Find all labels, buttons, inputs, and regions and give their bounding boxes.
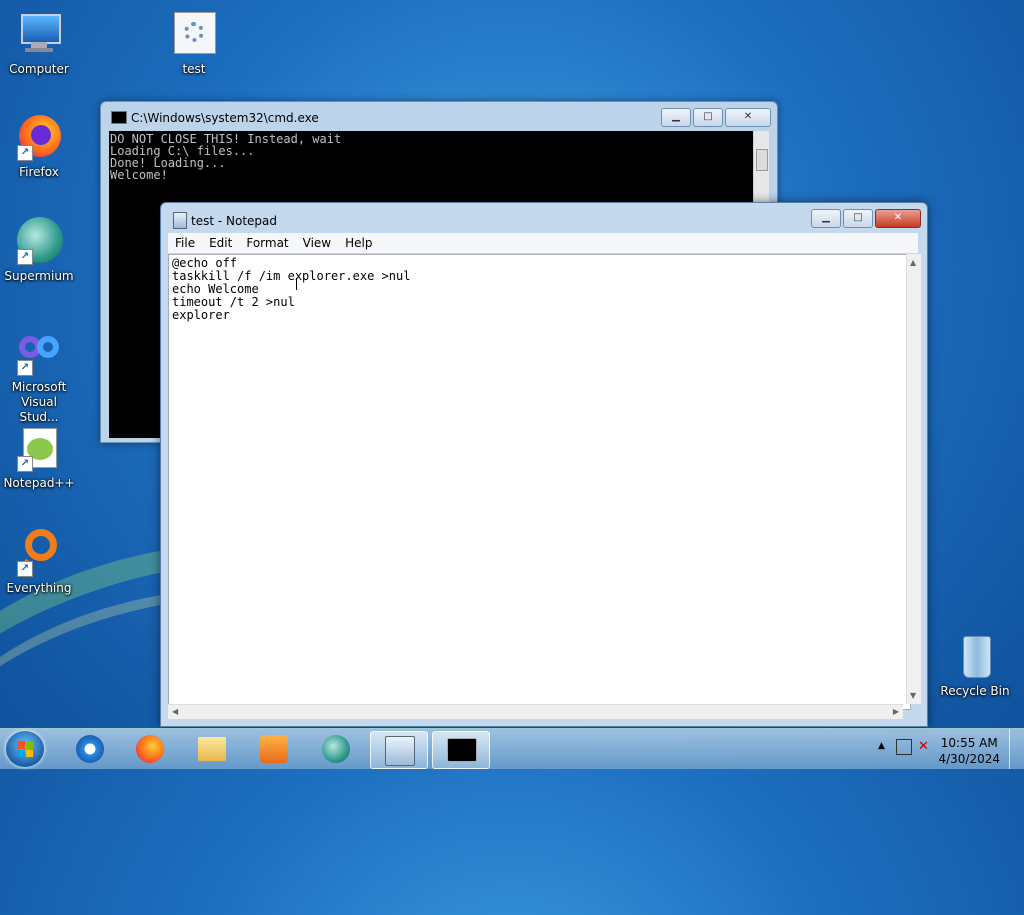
maximize-button[interactable]: □ xyxy=(693,108,723,127)
cmd-titlebar[interactable]: C:\Windows\system32\cmd.exe ▁ □ ✕ xyxy=(101,102,777,130)
desktop-icon-everything[interactable]: ↗ Everything xyxy=(0,529,78,596)
desktop-icon-label: Firefox xyxy=(19,165,59,179)
window-title: test - Notepad xyxy=(191,214,277,228)
scroll-down-arrow-icon[interactable]: ▼ xyxy=(910,691,916,700)
desktop-icon-visual-studio[interactable]: ↗ Microsoft Visual Stud... xyxy=(0,328,78,425)
scroll-up-arrow-icon[interactable]: ▲ xyxy=(910,258,916,267)
scrollbar-thumb[interactable] xyxy=(756,149,768,171)
firefox-icon: ↗ xyxy=(15,113,63,161)
notepad-titlebar[interactable]: test - Notepad ▁ □ ✕ xyxy=(161,203,927,233)
text-cursor xyxy=(296,278,299,290)
desktop-icon-label: Recycle Bin xyxy=(940,684,1010,698)
close-button[interactable]: ✕ xyxy=(875,209,921,228)
media-player-icon xyxy=(260,735,288,763)
notepad-icon xyxy=(385,736,415,766)
start-button[interactable] xyxy=(6,731,44,767)
taskbar-cmd[interactable] xyxy=(432,731,490,769)
clock-date: 4/30/2024 xyxy=(938,752,1000,766)
menu-bar: File Edit Format View Help xyxy=(168,233,918,253)
desktop-icon-label: Computer xyxy=(9,62,69,76)
desktop-icon-label: Microsoft Visual Stud... xyxy=(11,380,67,424)
scroll-right-arrow-icon[interactable]: ▶ xyxy=(893,707,899,716)
shortcut-arrow-icon: ↗ xyxy=(17,145,33,161)
text-editor[interactable]: @echo off taskkill /f /im explorer.exe >… xyxy=(168,254,911,710)
notepadpp-icon: ↗ xyxy=(15,424,63,472)
taskbar-file-explorer[interactable] xyxy=(184,731,240,767)
notepad-window[interactable]: test - Notepad ▁ □ ✕ File Edit Format Vi… xyxy=(160,202,928,727)
scroll-left-arrow-icon[interactable]: ◀ xyxy=(172,707,178,716)
taskbar-firefox[interactable] xyxy=(122,731,178,767)
desktop-icon-label: Supermium xyxy=(4,269,74,283)
taskbar-notepad[interactable] xyxy=(370,731,428,769)
taskbar-internet-explorer[interactable] xyxy=(62,731,118,767)
recycle-bin-icon xyxy=(951,632,999,680)
minimize-button[interactable]: ▁ xyxy=(811,209,841,228)
notepad-icon xyxy=(173,212,187,229)
windows-logo-icon xyxy=(17,741,33,757)
desktop-icon-label: Notepad++ xyxy=(3,476,75,490)
minimize-button[interactable]: ▁ xyxy=(661,108,691,127)
desktop-icon-recycle-bin[interactable]: Recycle Bin xyxy=(936,632,1014,699)
visual-studio-icon: ↗ xyxy=(15,328,63,376)
clock[interactable]: 10:55 AM 4/30/2024 xyxy=(938,735,1000,767)
taskbar-media-player[interactable] xyxy=(246,731,302,767)
menu-edit[interactable]: Edit xyxy=(202,236,239,250)
vertical-scrollbar[interactable]: ▲ ▼ xyxy=(906,254,921,704)
desktop-icon-supermium[interactable]: ↗ Supermium xyxy=(0,217,78,284)
desktop-icon-firefox[interactable]: ↗ Firefox xyxy=(0,113,78,180)
shortcut-arrow-icon: ↗ xyxy=(17,360,33,376)
desktop-icon-test[interactable]: test xyxy=(155,10,233,77)
show-hidden-icons-icon[interactable]: ▲ xyxy=(878,741,885,751)
folder-icon xyxy=(198,737,226,761)
clock-time: 10:55 AM xyxy=(940,736,998,750)
everything-search-icon: ↗ xyxy=(15,529,63,577)
supermium-icon: ↗ xyxy=(15,217,63,265)
horizontal-scrollbar[interactable]: ◀ ▶ xyxy=(168,704,903,719)
computer-icon xyxy=(15,10,63,58)
menu-view[interactable]: View xyxy=(296,236,338,250)
desktop-icon-label: test xyxy=(182,62,206,76)
batch-file-icon xyxy=(170,10,218,58)
supermium-icon xyxy=(322,735,350,763)
show-desktop-button[interactable] xyxy=(1009,729,1024,769)
taskbar-supermium[interactable] xyxy=(308,731,364,767)
console-icon xyxy=(447,738,477,762)
desktop-icon-computer[interactable]: Computer xyxy=(0,10,78,77)
console-icon xyxy=(111,111,127,124)
desktop-icon-label: Everything xyxy=(6,581,72,595)
shortcut-arrow-icon: ↗ xyxy=(17,561,33,577)
window-title: C:\Windows\system32\cmd.exe xyxy=(131,111,319,125)
internet-explorer-icon xyxy=(76,735,104,763)
system-tray: ▲ ✕ 10:55 AM 4/30/2024 xyxy=(864,729,1024,769)
network-icon[interactable] xyxy=(896,739,912,755)
menu-format[interactable]: Format xyxy=(239,236,295,250)
menu-help[interactable]: Help xyxy=(338,236,379,250)
firefox-icon xyxy=(136,735,164,763)
desktop-icon-notepadpp[interactable]: ↗ Notepad++ xyxy=(0,424,78,491)
taskbar: ▲ ✕ 10:55 AM 4/30/2024 xyxy=(0,728,1024,769)
maximize-button[interactable]: □ xyxy=(843,209,873,228)
shortcut-arrow-icon: ↗ xyxy=(17,249,33,265)
close-button[interactable]: ✕ xyxy=(725,108,771,127)
menu-file[interactable]: File xyxy=(168,236,202,250)
shortcut-arrow-icon: ↗ xyxy=(17,456,33,472)
volume-muted-icon[interactable]: ✕ xyxy=(918,739,929,754)
